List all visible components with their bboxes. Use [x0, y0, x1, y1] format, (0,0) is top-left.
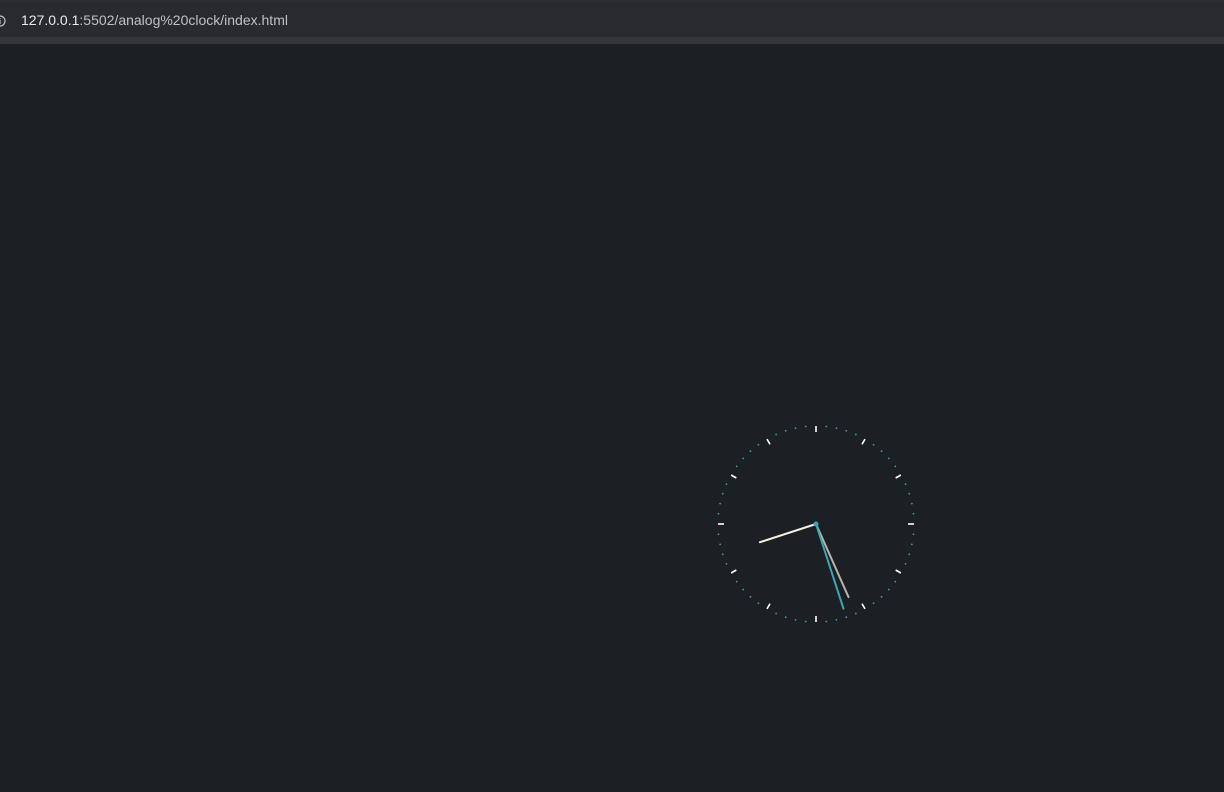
minute-dot: [775, 433, 778, 436]
minute-dot: [845, 429, 848, 432]
url-host: 127.0.0.1: [21, 12, 80, 28]
hour-marker: [766, 603, 771, 610]
clock-face: [717, 425, 915, 623]
minute-dot: [757, 602, 760, 605]
minute-dot: [717, 512, 720, 515]
minute-dot: [717, 533, 720, 536]
minute-dot: [910, 502, 913, 505]
minute-dot: [894, 580, 897, 583]
hour-marker: [895, 569, 902, 574]
address-bar[interactable]: 127.0.0.1:5502/analog%20clock/index.html: [0, 3, 1224, 37]
minute-dot: [784, 429, 787, 432]
minute-dot: [835, 618, 838, 621]
minute-dot: [872, 443, 875, 446]
minute-dot: [749, 450, 752, 453]
hour-marker: [766, 438, 771, 445]
minute-dot: [854, 433, 857, 436]
hour-marker: [895, 474, 902, 479]
clock-center-dot: [813, 521, 819, 527]
minute-dot: [804, 425, 807, 428]
hour-marker: [861, 438, 866, 445]
minute-dot: [912, 533, 915, 536]
hour-marker: [730, 474, 737, 479]
minute-dot: [825, 425, 828, 428]
minute-dot: [794, 427, 797, 430]
minute-dot: [721, 553, 724, 556]
minute-dot: [908, 492, 911, 495]
hour-hand: [758, 523, 817, 544]
minute-dot: [735, 465, 738, 468]
page-viewport: [0, 44, 1224, 792]
minute-dot: [742, 588, 745, 591]
analog-clock: [716, 424, 916, 624]
minute-dot: [749, 595, 752, 598]
minute-dot: [719, 502, 722, 505]
minute-hand: [815, 523, 850, 599]
toolbar-divider: [0, 37, 1224, 44]
url-path: :5502/analog%20clock/index.html: [79, 12, 288, 28]
minute-dot: [880, 595, 883, 598]
minute-dot: [757, 443, 760, 446]
minute-dot: [725, 562, 728, 565]
minute-dot: [721, 492, 724, 495]
minute-dot: [725, 483, 728, 486]
minute-dot: [910, 543, 913, 546]
minute-dot: [908, 553, 911, 556]
minute-dot: [825, 620, 828, 623]
minute-dot: [887, 457, 890, 460]
minute-dot: [887, 588, 890, 591]
minute-dot: [719, 543, 722, 546]
hour-marker: [730, 569, 737, 574]
minute-dot: [784, 616, 787, 619]
minute-dot: [742, 457, 745, 460]
minute-dot: [854, 612, 857, 615]
url-text[interactable]: 127.0.0.1:5502/analog%20clock/index.html: [21, 12, 288, 28]
minute-dot: [835, 427, 838, 430]
minute-dot: [872, 602, 875, 605]
minute-dot: [904, 562, 907, 565]
minute-dot: [894, 465, 897, 468]
minute-dot: [775, 612, 778, 615]
minute-dot: [804, 620, 807, 623]
browser-toolbar: 127.0.0.1:5502/analog%20clock/index.html: [0, 0, 1224, 44]
second-hand: [815, 523, 845, 610]
minute-dot: [845, 616, 848, 619]
minute-dot: [912, 512, 915, 515]
minute-dot: [735, 580, 738, 583]
hour-marker: [861, 603, 866, 610]
minute-dot: [794, 618, 797, 621]
minute-dot: [880, 450, 883, 453]
minute-dot: [904, 483, 907, 486]
info-icon[interactable]: [0, 14, 6, 27]
